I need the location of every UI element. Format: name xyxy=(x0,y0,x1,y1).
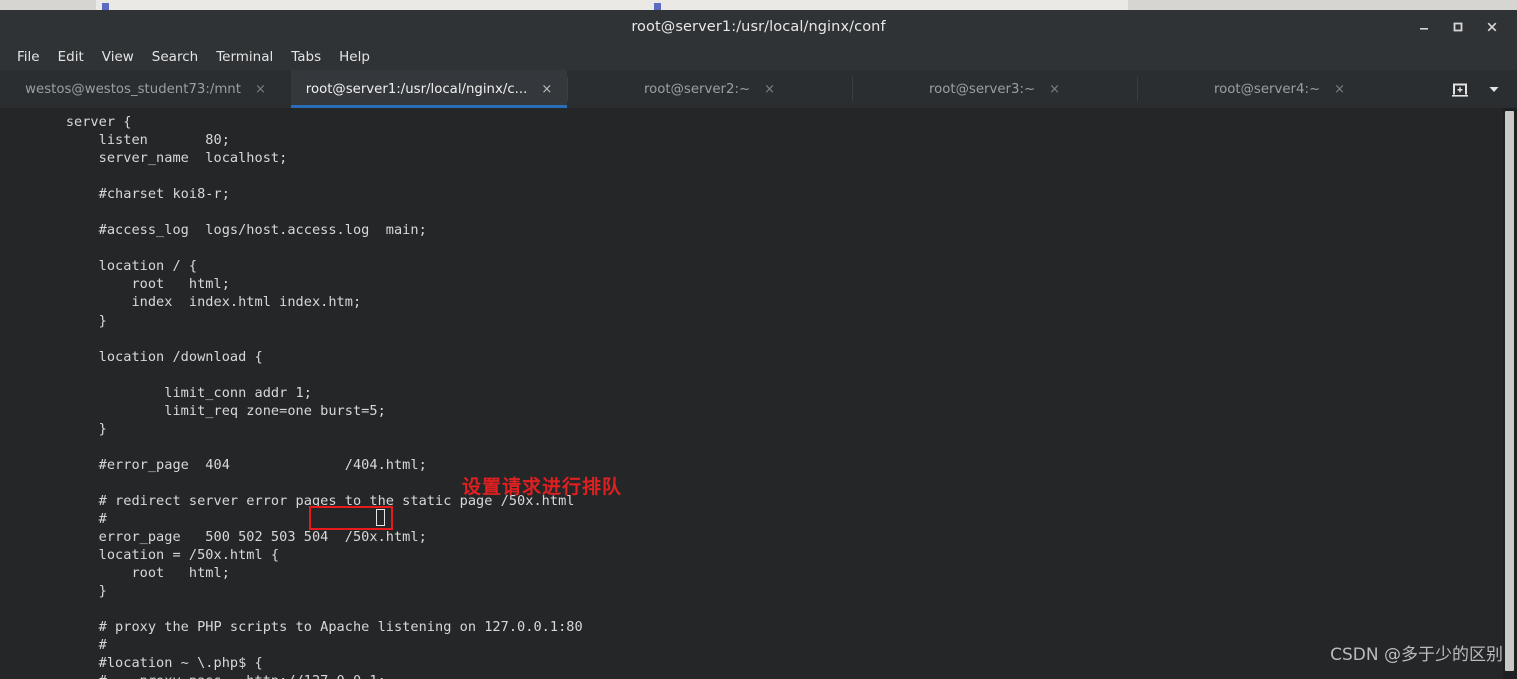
new-tab-button[interactable] xyxy=(1443,70,1477,108)
menu-item-help[interactable]: Help xyxy=(330,46,379,68)
tab-bar-tools xyxy=(1443,70,1511,108)
tab-close-icon[interactable]: × xyxy=(1049,83,1060,96)
menu-item-view[interactable]: View xyxy=(93,46,143,68)
tab-separator xyxy=(1137,77,1138,101)
menu-item-edit[interactable]: Edit xyxy=(49,46,93,68)
background-window-strip xyxy=(0,0,1517,10)
tab-root-server3[interactable]: root@server3:~ × xyxy=(852,70,1137,108)
terminal-window: root@server1:/usr/local/nginx/conf File … xyxy=(0,0,1517,679)
maximize-button[interactable] xyxy=(1441,10,1475,44)
tab-label: root@server4:~ xyxy=(1213,81,1321,97)
background-taskbar-item-3 xyxy=(648,0,929,10)
maximize-icon xyxy=(1453,22,1463,32)
menu-bar: File Edit View Search Terminal Tabs Help xyxy=(0,44,1517,70)
window-icon xyxy=(102,2,109,10)
minimize-button[interactable] xyxy=(1407,10,1441,44)
tab-label: root@server3:~ xyxy=(928,81,1036,97)
background-taskbar-item-4 xyxy=(928,0,1129,10)
scrollbar-thumb[interactable] xyxy=(1505,111,1514,671)
minimize-icon xyxy=(1420,28,1428,30)
tab-separator xyxy=(852,77,853,101)
background-strip-left-pad xyxy=(0,0,96,10)
terminal-body[interactable]: server { listen 80; server_name localhos… xyxy=(0,108,1517,679)
new-tab-icon xyxy=(1452,83,1468,97)
terminal-text: server { listen 80; server_name localhos… xyxy=(65,114,583,679)
close-icon xyxy=(1487,22,1497,32)
tab-root-server1-nginx-conf[interactable]: root@server1:/usr/local/nginx/c... × xyxy=(291,70,567,108)
window-icon xyxy=(654,2,661,10)
watermark: CSDN @多于少的区别 xyxy=(1330,645,1503,665)
tab-root-server4[interactable]: root@server4:~ × xyxy=(1137,70,1422,108)
tab-label: westos@westos_student73:/mnt xyxy=(25,81,241,97)
tab-separator xyxy=(567,77,568,101)
tab-root-server2[interactable]: root@server2:~ × xyxy=(567,70,852,108)
tab-bar: westos@westos_student73:/mnt × root@serv… xyxy=(0,70,1517,109)
menu-item-search[interactable]: Search xyxy=(143,46,207,68)
close-button[interactable] xyxy=(1475,10,1509,44)
window-title: root@server1:/usr/local/nginx/conf xyxy=(631,19,886,35)
background-taskbar-item-2 xyxy=(376,0,649,10)
tab-list-button[interactable] xyxy=(1477,70,1511,108)
window-controls xyxy=(1407,10,1509,44)
tab-close-icon[interactable]: × xyxy=(1334,83,1345,96)
menu-item-file[interactable]: File xyxy=(8,46,49,68)
tab-close-icon[interactable]: × xyxy=(764,83,775,96)
terminal-cursor xyxy=(376,509,385,526)
chevron-down-icon xyxy=(1489,87,1499,92)
annotation-text: 设置请求进行排队 xyxy=(462,476,623,498)
tab-close-icon[interactable]: × xyxy=(541,83,552,96)
tab-label: root@server1:/usr/local/nginx/c... xyxy=(305,81,528,97)
terminal-scrollbar[interactable] xyxy=(1503,108,1517,679)
title-bar[interactable]: root@server1:/usr/local/nginx/conf xyxy=(0,10,1517,45)
tab-close-icon[interactable]: × xyxy=(255,83,266,96)
background-taskbar-item-1 xyxy=(96,0,377,10)
menu-item-tabs[interactable]: Tabs xyxy=(282,46,330,68)
menu-item-terminal[interactable]: Terminal xyxy=(207,46,282,68)
background-strip-right-pad xyxy=(1128,0,1517,10)
tab-westos-student73[interactable]: westos@westos_student73:/mnt × xyxy=(0,70,291,108)
tab-label: root@server2:~ xyxy=(643,81,751,97)
